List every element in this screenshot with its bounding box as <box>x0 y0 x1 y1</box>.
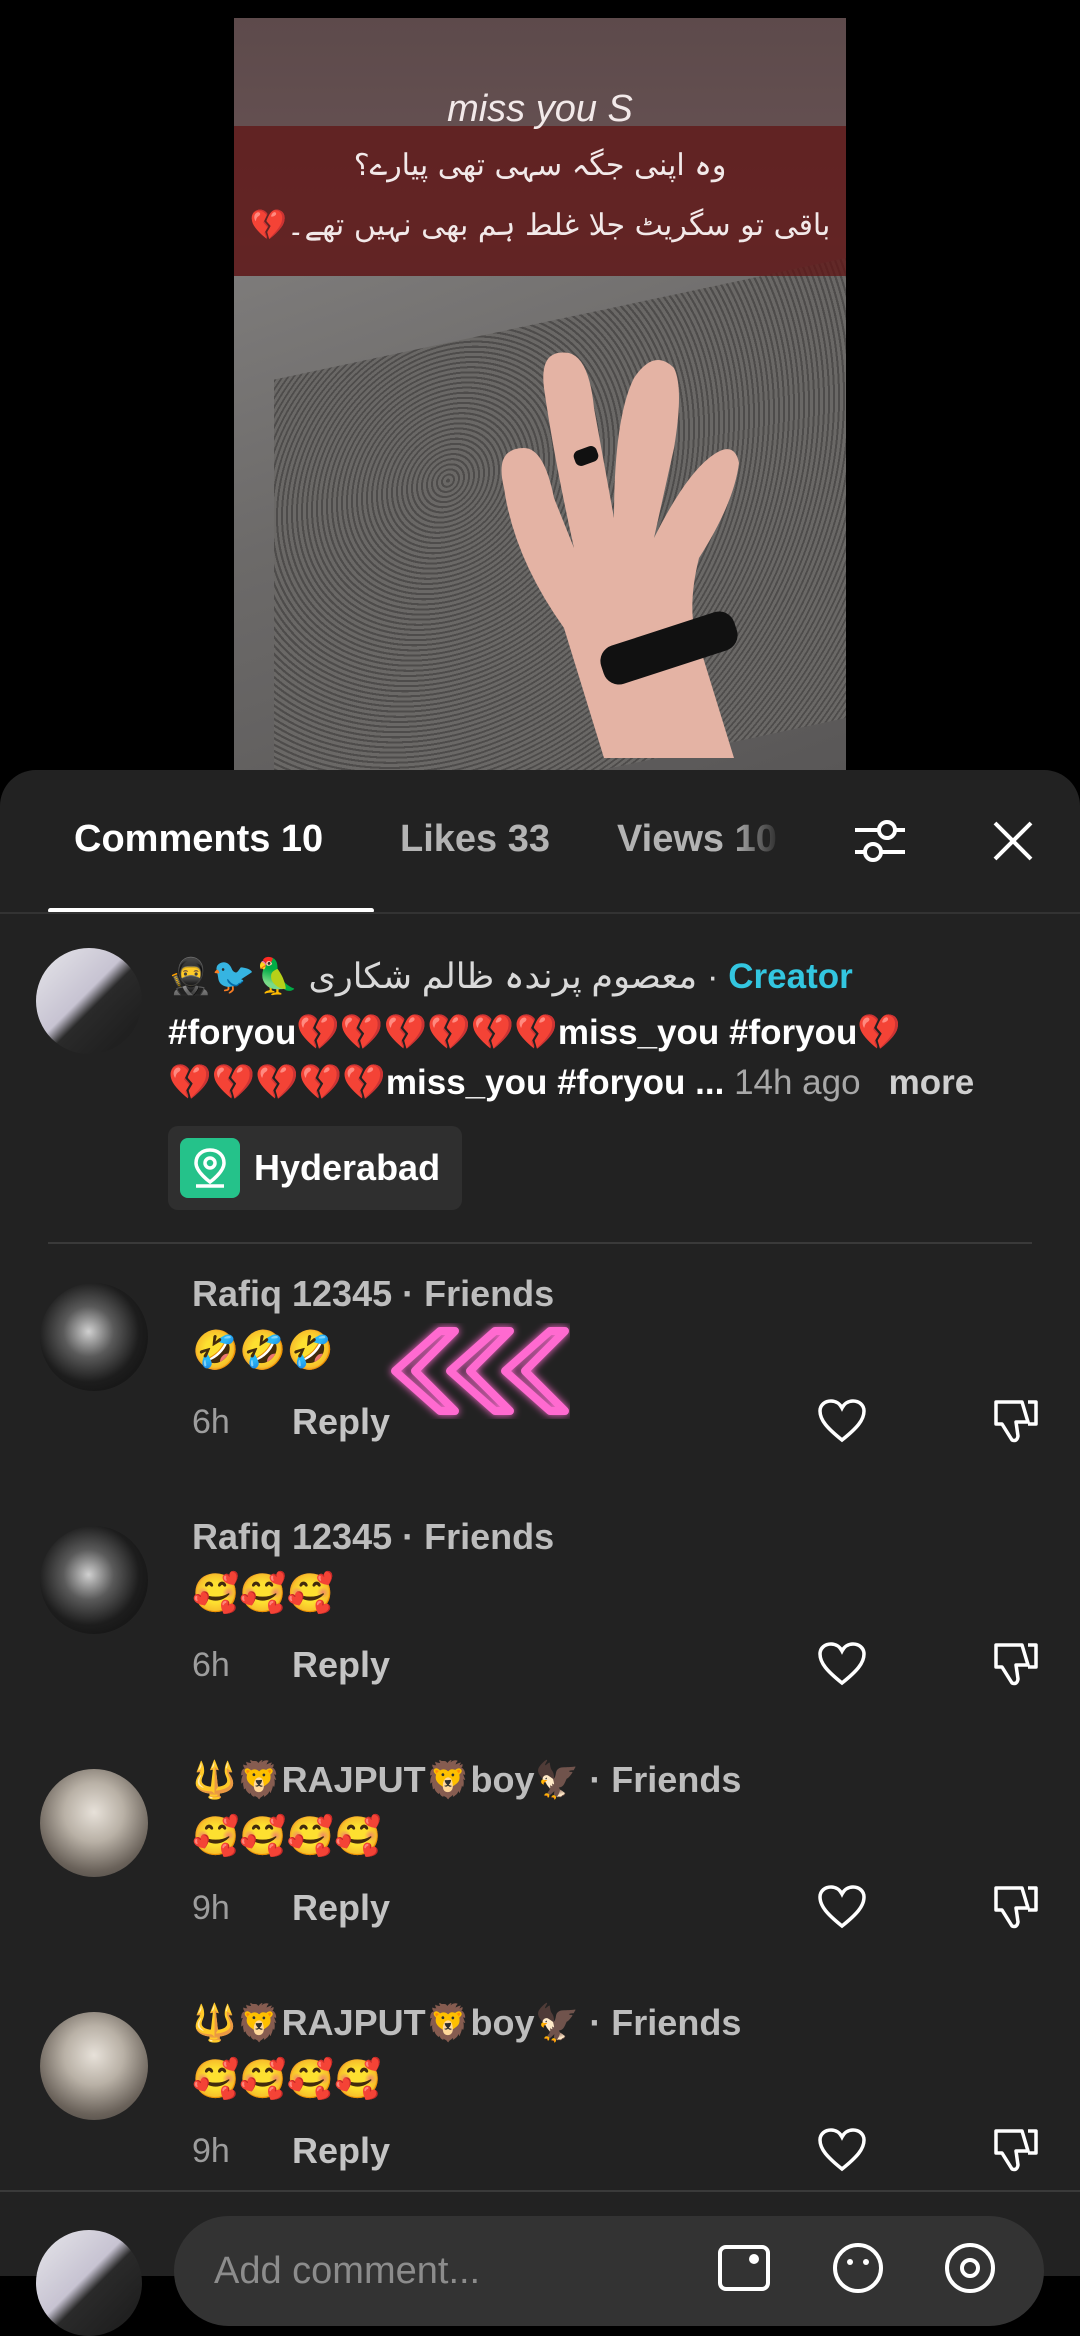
like-button[interactable] <box>812 1391 872 1451</box>
heart-icon <box>818 1399 866 1443</box>
dislike-button[interactable] <box>985 2120 1045 2180</box>
comment-time: 6h <box>192 1403 230 1441</box>
caption-line-2: 💔💔💔💔💔miss_you #foryou ... 14h ago more <box>168 1058 1028 1108</box>
comment-text: 🥰🥰🥰🥰 <box>192 1816 382 1858</box>
sliders-icon <box>855 820 905 862</box>
tab-comments[interactable]: Comments 10 <box>74 818 323 861</box>
like-button[interactable] <box>812 1634 872 1694</box>
emoji-button[interactable] <box>826 2236 890 2300</box>
caption-line-2-text: 💔💔💔💔💔miss_you #foryou ... <box>168 1063 735 1102</box>
caption-line-1: #foryou💔💔💔💔💔💔miss_you #foryou💔 <box>168 1013 901 1052</box>
comment-author[interactable]: 🔱🦁RAJPUT🦁boy🦅 · Friends <box>192 2002 741 2044</box>
location-chip[interactable]: Hyderabad <box>168 1126 463 1210</box>
tabs-divider <box>0 912 1080 914</box>
comment-time: 9h <box>192 2132 230 2170</box>
comment-author[interactable]: Rafiq 12345 · Friends <box>192 1273 554 1315</box>
avatar[interactable] <box>40 1283 148 1391</box>
smiley-icon <box>833 2243 883 2293</box>
creator-name-line: 🥷🐦🦜 معصوم پرندہ ظالم شکاری · Creator <box>168 956 853 997</box>
creator-name[interactable]: 🥷🐦🦜 معصوم پرندہ ظالم شکاری <box>168 957 697 996</box>
comment-author[interactable]: 🔱🦁RAJPUT🦁boy🦅 · Friends <box>192 1759 741 1801</box>
dislike-button[interactable] <box>985 1634 1045 1694</box>
comment-text: 🤣🤣🤣 <box>192 1330 334 1372</box>
post-caption: #foryou💔💔💔💔💔💔miss_you #foryou💔 💔💔💔💔💔miss… <box>168 1008 1028 1108</box>
image-icon <box>718 2245 770 2291</box>
comment-time: 6h <box>192 1646 230 1684</box>
dislike-button[interactable] <box>985 1877 1045 1937</box>
tab-likes[interactable]: Likes 33 <box>400 818 550 861</box>
comment-time: 9h <box>192 1889 230 1927</box>
comment-item: 🔱🦁RAJPUT🦁boy🦅 · Friends 🥰🥰🥰🥰 9h Reply <box>0 2002 1080 2232</box>
comment-author[interactable]: Rafiq 12345 · Friends <box>192 1516 554 1558</box>
heart-icon <box>818 1642 866 1686</box>
thumbs-down-icon <box>994 1400 1038 1443</box>
thumbs-down-icon <box>994 2129 1038 2172</box>
creator-badge: Creator <box>728 957 853 996</box>
avatar[interactable] <box>40 1526 148 1634</box>
input-divider <box>0 2190 1080 2192</box>
like-button[interactable] <box>812 1877 872 1937</box>
location-pin-icon <box>180 1138 240 1198</box>
post-divider <box>48 1242 1032 1244</box>
heart-icon <box>818 2128 866 2172</box>
close-icon <box>993 821 1033 861</box>
video-title: miss you S <box>447 88 633 130</box>
comment-text: 🥰🥰🥰🥰 <box>192 2059 382 2101</box>
reply-button[interactable]: Reply <box>292 2130 390 2172</box>
close-button[interactable] <box>978 806 1048 876</box>
reply-button[interactable]: Reply <box>292 1644 390 1686</box>
dislike-button[interactable] <box>985 1391 1045 1451</box>
chevrons-left-icon <box>391 1327 569 1415</box>
comment-item: 🔱🦁RAJPUT🦁boy🦅 · Friends 🥰🥰🥰🥰 9h Reply <box>0 1759 1080 1989</box>
location-label: Hyderabad <box>254 1147 441 1188</box>
image-button[interactable] <box>712 2236 776 2300</box>
comment-input[interactable] <box>174 2216 1044 2326</box>
tab-bar: Comments 10 Likes 33 Views 10 <box>0 770 1080 913</box>
reply-button[interactable]: Reply <box>292 1401 390 1443</box>
thumbs-down-icon <box>994 1886 1038 1929</box>
tab-views[interactable]: Views 10 <box>617 818 782 861</box>
post-time: 14h ago <box>734 1063 861 1102</box>
heart-icon <box>818 1885 866 1929</box>
my-avatar <box>36 2230 142 2336</box>
name-separator: · <box>697 957 729 996</box>
hand-image <box>501 352 739 758</box>
thumbs-down-icon <box>994 1643 1038 1686</box>
video-caption-line-2: باقی تو سگریٹ جلا غلط ہم بھی نہیں تھے۔💔 <box>249 208 831 243</box>
at-icon <box>945 2243 995 2293</box>
comment-item: Rafiq 12345 · Friends 🥰🥰🥰 6h Reply <box>0 1516 1080 1746</box>
video-caption-line-1: وہ اپنی جگہ سہی تھی پیارے؟ <box>353 148 727 183</box>
reply-button[interactable]: Reply <box>292 1887 390 1929</box>
filter-button[interactable] <box>845 806 915 876</box>
creator-avatar[interactable] <box>36 948 142 1054</box>
like-button[interactable] <box>812 2120 872 2180</box>
mention-button[interactable] <box>938 2236 1002 2300</box>
avatar[interactable] <box>40 2012 148 2120</box>
comment-text: 🥰🥰🥰 <box>192 1573 334 1615</box>
video-preview[interactable]: miss you S وہ اپنی جگہ سہی تھی پیارے؟ با… <box>234 18 846 770</box>
comments-sheet: Comments 10 Likes 33 Views 10 🥷🐦🦜 معصوم … <box>0 770 1080 2336</box>
more-button[interactable]: more <box>889 1063 975 1102</box>
avatar[interactable] <box>40 1769 148 1877</box>
